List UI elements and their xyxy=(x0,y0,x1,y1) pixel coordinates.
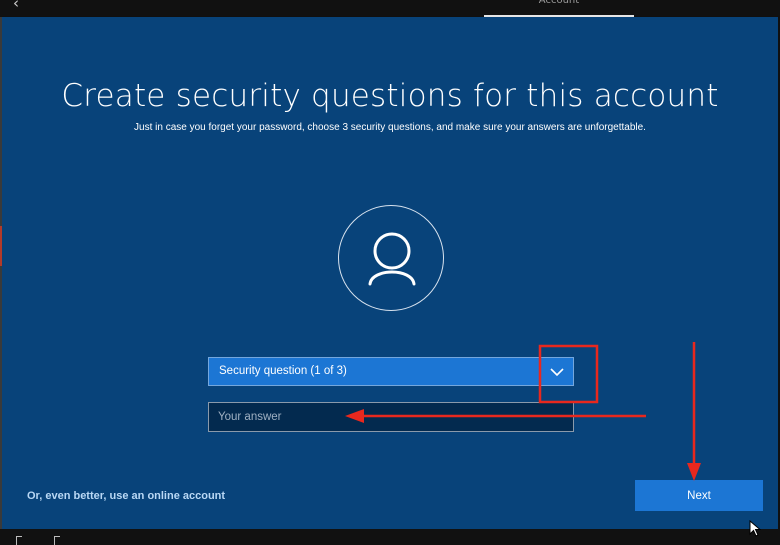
avatar xyxy=(338,205,444,311)
section-label: Account xyxy=(538,0,580,6)
chevron-down-icon xyxy=(550,368,564,377)
user-icon xyxy=(368,232,416,286)
next-button[interactable]: Next xyxy=(635,480,763,511)
security-question-selected: Security question (1 of 3) xyxy=(219,365,347,377)
back-button[interactable]: ‹ xyxy=(8,0,24,11)
page-subtitle: Just in case you forget your password, c… xyxy=(134,122,646,133)
top-bar: ‹ Account xyxy=(0,0,780,16)
back-arrow-icon: ‹ xyxy=(13,0,19,12)
online-account-link[interactable]: Or, even better, use an online account xyxy=(27,489,225,503)
bottom-left-glyph-2 xyxy=(54,536,60,545)
bottom-bar xyxy=(0,529,780,545)
bottom-left-glyph xyxy=(16,536,22,545)
page-title: Create security questions for this accou… xyxy=(61,78,719,114)
setup-screen: ‹ Account Create security questions for … xyxy=(0,0,780,545)
security-question-dropdown[interactable]: Security question (1 of 3) xyxy=(208,357,574,386)
answer-input[interactable] xyxy=(208,402,574,432)
mouse-cursor-icon xyxy=(749,520,761,537)
